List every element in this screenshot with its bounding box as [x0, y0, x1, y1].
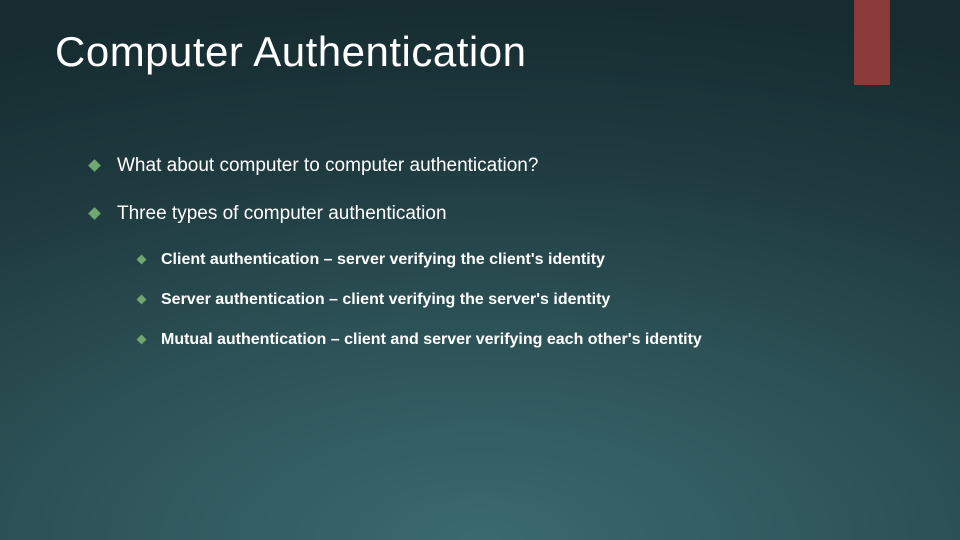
diamond-bullet-icon	[137, 255, 147, 265]
bullet-item: Three types of computer authentication	[90, 203, 900, 225]
diamond-bullet-icon	[88, 207, 101, 220]
slide: Computer Authentication What about compu…	[0, 0, 960, 540]
slide-content: What about computer to computer authenti…	[90, 155, 900, 371]
sub-bullet-group: Client authentication – server verifying…	[90, 251, 900, 349]
bullet-item: What about computer to computer authenti…	[90, 155, 900, 177]
sub-bullet-item: Client authentication – server verifying…	[138, 251, 900, 269]
sub-bullet-text: Client authentication – server verifying…	[161, 251, 605, 269]
diamond-bullet-icon	[137, 295, 147, 305]
sub-bullet-text: Mutual authentication – client and serve…	[161, 331, 702, 349]
accent-bar	[854, 0, 890, 85]
bullet-text: What about computer to computer authenti…	[117, 155, 538, 177]
slide-title: Computer Authentication	[55, 28, 526, 76]
sub-bullet-text: Server authentication – client verifying…	[161, 291, 610, 309]
diamond-bullet-icon	[137, 335, 147, 345]
diamond-bullet-icon	[88, 159, 101, 172]
bullet-text: Three types of computer authentication	[117, 203, 447, 225]
sub-bullet-item: Server authentication – client verifying…	[138, 291, 900, 309]
sub-bullet-item: Mutual authentication – client and serve…	[138, 331, 900, 349]
